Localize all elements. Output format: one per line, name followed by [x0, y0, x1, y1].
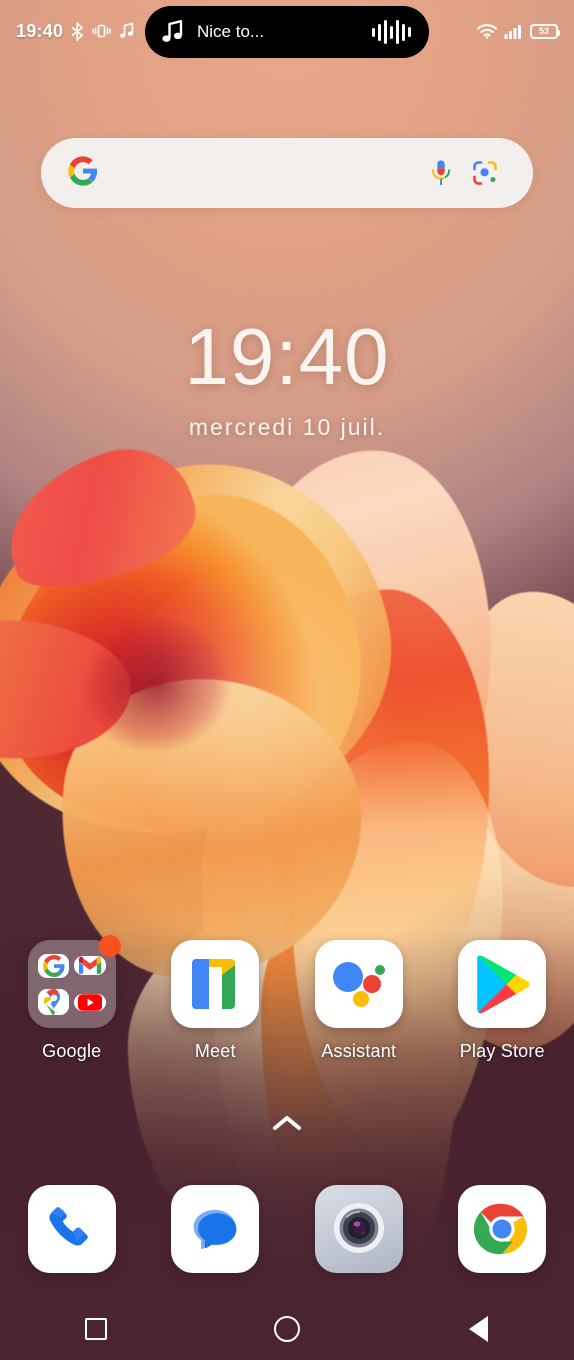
google-lens-icon[interactable] — [463, 151, 507, 195]
gmail-icon — [74, 956, 106, 976]
back-button[interactable] — [448, 1306, 508, 1352]
app-google-folder[interactable]: Google — [0, 935, 144, 1062]
app-label: Play Store — [459, 1041, 545, 1061]
wifi-icon — [477, 23, 497, 39]
chrome-icon[interactable] — [458, 1185, 547, 1273]
google-assistant-icon[interactable] — [314, 940, 403, 1028]
media-title: Nice to... — [197, 22, 265, 41]
music-note-icon — [120, 22, 134, 38]
status-bar-clock: 19:40 — [16, 20, 64, 41]
messages-icon[interactable] — [171, 1185, 260, 1273]
app-grid: Google Meet Assistant Play Store — [0, 935, 574, 1062]
phone-icon[interactable] — [27, 1185, 116, 1273]
square-icon — [84, 1318, 107, 1340]
youtube-icon — [74, 993, 106, 1011]
app-play-store[interactable]: Play Store — [431, 940, 574, 1062]
recents-button[interactable] — [66, 1306, 126, 1352]
dock — [0, 1185, 574, 1273]
app-label: Assistant — [321, 1041, 397, 1061]
status-bar-left: 19:40 — [16, 21, 135, 42]
audio-waveform-icon — [372, 19, 411, 45]
google-g-icon — [67, 155, 99, 192]
battery-level: 53 — [538, 25, 549, 36]
google-folder-icon[interactable] — [27, 935, 121, 1028]
google-meet-icon[interactable] — [171, 940, 260, 1028]
camera-icon[interactable] — [314, 1185, 403, 1273]
app-label: Meet — [194, 1041, 236, 1061]
clock-time: 19:40 — [184, 312, 390, 401]
chevron-up-icon[interactable] — [270, 1112, 304, 1134]
app-meet[interactable]: Meet — [144, 940, 288, 1062]
home-button[interactable] — [257, 1306, 317, 1352]
dock-item-phone[interactable] — [0, 1185, 144, 1273]
clock-widget[interactable]: 19:40 mercredi 10 juil. — [0, 312, 574, 441]
notification-badge — [98, 935, 121, 957]
dock-item-camera[interactable] — [287, 1185, 431, 1273]
bluetooth-icon — [71, 21, 83, 41]
app-label: Google — [42, 1041, 102, 1061]
clock-date: mercredi 10 juil. — [188, 414, 386, 441]
app-assistant[interactable]: Assistant — [287, 940, 431, 1062]
dock-item-chrome[interactable] — [431, 1185, 574, 1273]
navigation-bar — [0, 1298, 574, 1360]
home-screen: 19:40 53 Nice to... 19:40 mercredi 10 ju… — [0, 0, 574, 1360]
google-search-icon — [37, 953, 70, 978]
google-maps-icon — [37, 989, 70, 1016]
triangle-left-icon — [468, 1316, 488, 1342]
music-note-icon — [162, 20, 183, 42]
media-island[interactable]: Nice to... — [145, 6, 429, 58]
circle-icon — [273, 1316, 300, 1342]
app-drawer-handle[interactable] — [270, 1112, 304, 1139]
status-bar-right: 53 — [477, 23, 560, 39]
vibrate-icon — [92, 24, 111, 38]
battery-icon: 53 — [530, 23, 560, 39]
google-play-store-icon[interactable] — [458, 940, 547, 1028]
microphone-icon[interactable] — [419, 151, 463, 195]
google-search-bar[interactable] — [41, 138, 533, 208]
dock-item-messages[interactable] — [144, 1185, 288, 1273]
cellular-signal-icon — [504, 24, 521, 39]
